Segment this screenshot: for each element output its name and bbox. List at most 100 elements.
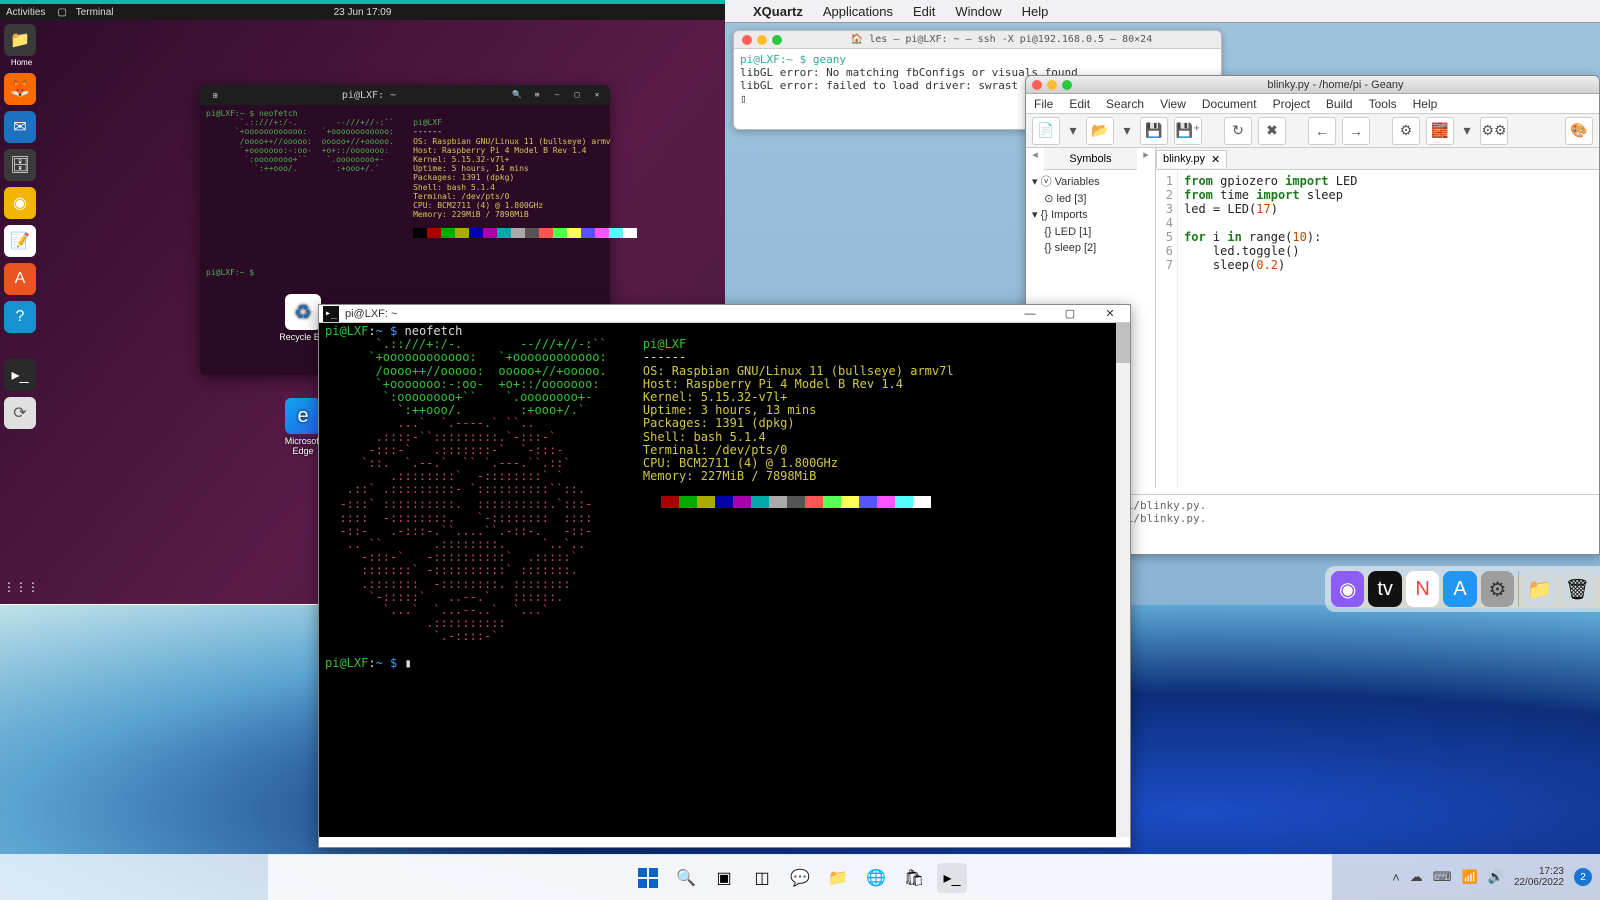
minimize-icon[interactable]: — bbox=[548, 85, 566, 105]
language-icon[interactable]: ⌨ bbox=[1433, 869, 1452, 885]
wifi-icon[interactable]: 📶 bbox=[1462, 869, 1478, 885]
onedrive-icon[interactable]: ☁ bbox=[1410, 869, 1423, 885]
menu-help[interactable]: Help bbox=[1012, 4, 1059, 19]
edge-taskbar-icon[interactable]: 🌐 bbox=[861, 863, 891, 893]
terminal-taskbar-icon[interactable]: ▸_ bbox=[937, 863, 967, 893]
taskview-icon[interactable]: ▣ bbox=[709, 863, 739, 893]
close-traffic-icon[interactable] bbox=[742, 35, 752, 45]
chat-icon[interactable]: 💬 bbox=[785, 863, 815, 893]
close-icon[interactable]: ✕ bbox=[1090, 305, 1130, 323]
new-tab-icon[interactable]: ⊞ bbox=[200, 91, 230, 100]
activities-button[interactable]: Activities bbox=[0, 7, 51, 18]
topbar-app-label[interactable]: ▢ Terminal bbox=[51, 7, 125, 18]
minimize-traffic-icon[interactable] bbox=[1047, 80, 1057, 90]
files-icon[interactable]: 🗄 bbox=[4, 149, 36, 181]
menu-applications[interactable]: Applications bbox=[813, 4, 903, 19]
windows-terminal-window[interactable]: ▸_ pi@LXF: ~ — ▢ ✕ pi@LXF:~ $ neofetch `… bbox=[318, 304, 1131, 848]
open-file-icon[interactable]: 📂 bbox=[1086, 117, 1114, 145]
close-traffic-icon[interactable] bbox=[1032, 80, 1042, 90]
ubuntu-terminal-body[interactable]: pi@LXF:~ $ neofetch `.::///+:/-. --///+/… bbox=[200, 105, 610, 281]
menu-window[interactable]: Window bbox=[945, 4, 1011, 19]
explorer-icon[interactable]: 📁 bbox=[823, 863, 853, 893]
chevron-down-icon[interactable]: ▾ bbox=[1066, 117, 1080, 145]
color-picker-icon[interactable]: 🎨 bbox=[1565, 117, 1593, 145]
settings-icon[interactable]: ⚙ bbox=[1481, 571, 1514, 607]
taskbar-clock[interactable]: 17:23 22/06/2022 bbox=[1514, 866, 1564, 888]
run-icon[interactable]: ⚙⚙ bbox=[1480, 117, 1508, 145]
appletv-icon[interactable]: tv bbox=[1368, 571, 1401, 607]
windows-terminal-titlebar[interactable]: ▸_ pi@LXF: ~ — ▢ ✕ bbox=[319, 305, 1130, 323]
trash-icon[interactable]: 🗑 bbox=[1561, 571, 1594, 607]
tray-chevron-icon[interactable]: ˄ bbox=[1392, 870, 1400, 885]
start-icon[interactable] bbox=[633, 863, 663, 893]
code-area[interactable]: from gpiozero import LED from time impor… bbox=[1178, 170, 1363, 488]
show-apps-icon[interactable]: ⋮⋮⋮ bbox=[8, 574, 34, 600]
menu-help[interactable]: Help bbox=[1405, 97, 1446, 111]
news-icon[interactable]: N bbox=[1406, 571, 1439, 607]
zoom-traffic-icon[interactable] bbox=[772, 35, 782, 45]
code-editor[interactable]: 1 2 3 4 5 6 7 from gpiozero import LED f… bbox=[1156, 170, 1599, 488]
sidebar-next-icon[interactable]: ▸ bbox=[1137, 148, 1155, 170]
ubuntu-terminal-titlebar[interactable]: ⊞ pi@LXF: ~ 🔍 ≡ — □ ✕ bbox=[200, 85, 610, 105]
sidebar-prev-icon[interactable]: ◂ bbox=[1026, 148, 1044, 170]
geany-traffic-lights[interactable] bbox=[1026, 80, 1072, 90]
save-all-icon[interactable]: 💾⁺ bbox=[1174, 117, 1202, 145]
geany-menubar[interactable]: File Edit Search View Document Project B… bbox=[1026, 94, 1599, 114]
compile-icon[interactable]: ⚙ bbox=[1392, 117, 1420, 145]
nav-back-icon[interactable]: ← bbox=[1308, 117, 1336, 145]
home-folder-icon[interactable]: 📁 bbox=[4, 24, 36, 56]
menu-edit[interactable]: Edit bbox=[1061, 97, 1098, 111]
file-tab-blinky[interactable]: blinky.py✕ bbox=[1156, 150, 1227, 168]
geany-toolbar[interactable]: 📄▾ 📂▾ 💾 💾⁺ ↻ ✖ ← → ⚙ 🧱▾ ⚙⚙ 🎨 bbox=[1026, 114, 1599, 148]
chevron-down-icon[interactable]: ▾ bbox=[1460, 117, 1474, 145]
sidebar-tab-symbols[interactable]: Symbols bbox=[1044, 148, 1137, 170]
chevron-down-icon[interactable]: ▾ bbox=[1120, 117, 1134, 145]
menu-edit[interactable]: Edit bbox=[903, 4, 945, 19]
save-icon[interactable]: 💾 bbox=[1140, 117, 1168, 145]
menu-project[interactable]: Project bbox=[1265, 97, 1318, 111]
close-file-icon[interactable]: ✖ bbox=[1258, 117, 1286, 145]
ubuntu-clock[interactable]: 23 Jun 17:09 bbox=[328, 7, 398, 18]
appstore-icon[interactable]: A bbox=[1443, 571, 1476, 607]
mac-dock[interactable]: ◉ tv N A ⚙ 📁 🗑 bbox=[1325, 566, 1600, 612]
search-icon[interactable]: 🔍 bbox=[508, 85, 526, 105]
widgets-icon[interactable]: ◫ bbox=[747, 863, 777, 893]
settings-icon[interactable]: ⟳ bbox=[4, 397, 36, 429]
nav-forward-icon[interactable]: → bbox=[1342, 117, 1370, 145]
menu-app-name[interactable]: XQuartz bbox=[743, 4, 813, 19]
store-icon[interactable]: 🛍 bbox=[899, 863, 929, 893]
mac-menubar[interactable]: XQuartz Applications Edit Window Help bbox=[725, 0, 1600, 23]
menu-tools[interactable]: Tools bbox=[1361, 97, 1405, 111]
writer-icon[interactable]: 📝 bbox=[4, 225, 36, 257]
help-icon[interactable]: ? bbox=[4, 301, 36, 333]
geany-titlebar[interactable]: blinky.py - /home/pi - Geany bbox=[1026, 76, 1599, 94]
zoom-traffic-icon[interactable] bbox=[1062, 80, 1072, 90]
reload-icon[interactable]: ↻ bbox=[1224, 117, 1252, 145]
maximize-icon[interactable]: ▢ bbox=[1050, 305, 1090, 323]
new-file-icon[interactable]: 📄 bbox=[1032, 117, 1060, 145]
symbol-tree[interactable]: ▾ ⓥ Variables ⊙ led [3] ▾ {} Imports {} … bbox=[1026, 170, 1155, 261]
minimize-traffic-icon[interactable] bbox=[757, 35, 767, 45]
menu-search[interactable]: Search bbox=[1098, 97, 1152, 111]
windows-taskbar[interactable]: 🔍 ▣ ◫ 💬 📁 🌐 🛍 ▸_ bbox=[268, 854, 1332, 900]
build-icon[interactable]: 🧱 bbox=[1426, 117, 1454, 145]
menu-document[interactable]: Document bbox=[1194, 97, 1265, 111]
minimize-icon[interactable]: — bbox=[1010, 305, 1050, 323]
close-tab-icon[interactable]: ✕ bbox=[1211, 153, 1220, 166]
mac-terminal-titlebar[interactable]: 🏠 les — pi@LXF: ~ — ssh -X pi@192.168.0.… bbox=[734, 31, 1221, 49]
thunderbird-icon[interactable]: ✉ bbox=[4, 111, 36, 143]
menu-icon[interactable]: ≡ bbox=[528, 85, 546, 105]
system-tray[interactable]: ˄ ☁ ⌨ 📶 🔊 17:23 22/06/2022 2 bbox=[1392, 854, 1592, 900]
notifications-badge[interactable]: 2 bbox=[1574, 868, 1592, 886]
traffic-lights[interactable] bbox=[734, 35, 782, 45]
menu-file[interactable]: File bbox=[1026, 97, 1061, 111]
search-icon[interactable]: 🔍 bbox=[671, 863, 701, 893]
rhythmbox-icon[interactable]: ◉ bbox=[4, 187, 36, 219]
firefox-icon[interactable]: 🦊 bbox=[4, 73, 36, 105]
finder-icon[interactable]: 📁 bbox=[1523, 571, 1556, 607]
windows-terminal-body[interactable]: pi@LXF:~ $ neofetch `.::///+:/-. --///+/… bbox=[319, 323, 1130, 837]
menu-view[interactable]: View bbox=[1152, 97, 1194, 111]
maximize-icon[interactable]: □ bbox=[568, 85, 586, 105]
podcasts-icon[interactable]: ◉ bbox=[1331, 571, 1364, 607]
file-tabs[interactable]: blinky.py✕ bbox=[1156, 148, 1599, 170]
